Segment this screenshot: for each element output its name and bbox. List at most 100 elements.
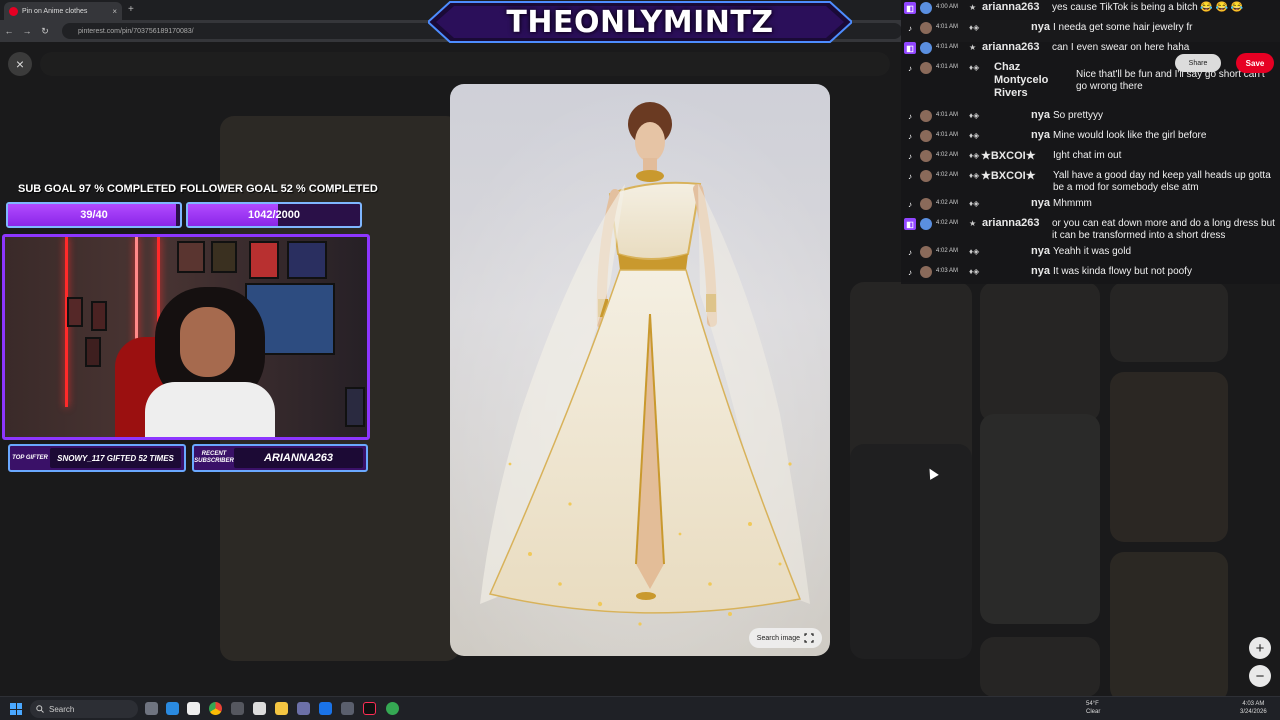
wall-poster bbox=[249, 241, 279, 279]
chat-username: nya bbox=[1031, 245, 1050, 257]
user-avatar bbox=[920, 62, 932, 74]
tiktok-logo-icon: ♪ bbox=[908, 111, 912, 121]
taskbar-search[interactable]: Search bbox=[30, 700, 138, 718]
app-icon[interactable] bbox=[297, 702, 310, 715]
chat-timestamp: 4:00 AM bbox=[936, 4, 959, 10]
chat-message-text: yes cause TikTok is being a bitch 😂 😂 😂 bbox=[1052, 2, 1244, 13]
user-badges-icon: ♦◈ bbox=[969, 267, 980, 276]
tiktok-logo-icon: ♪ bbox=[908, 171, 912, 181]
task-view-icon[interactable] bbox=[145, 702, 158, 715]
user-avatar bbox=[920, 110, 932, 122]
app-icon[interactable] bbox=[386, 702, 399, 715]
pin-image[interactable]: Search image bbox=[450, 84, 830, 656]
top-gifter-box: TOP GIFTER SNOWY_117 GIFTED 52 TIMES bbox=[8, 444, 186, 472]
search-image-button[interactable]: Search image bbox=[748, 628, 822, 648]
chat-username: nya bbox=[1031, 109, 1050, 121]
tab-close-icon[interactable]: × bbox=[112, 7, 117, 16]
chat-message: ♪ 4:01 AM ♦◈ nya So prettyyy bbox=[901, 108, 1280, 128]
tiktok-logo-icon: ♪ bbox=[908, 199, 912, 209]
browser-tab[interactable]: Pin on Anime clothes × bbox=[4, 2, 122, 20]
user-avatar bbox=[920, 198, 932, 210]
app-icon[interactable] bbox=[231, 702, 244, 715]
zoom-out-button[interactable]: − bbox=[1249, 665, 1271, 687]
close-pin-button[interactable]: × bbox=[8, 52, 32, 76]
chat-timestamp: 4:01 AM bbox=[936, 24, 959, 30]
chat-timestamp: 4:02 AM bbox=[936, 152, 959, 158]
tiktok-icon[interactable] bbox=[363, 702, 376, 715]
stream-title: THEONLYMINTZ bbox=[506, 4, 774, 40]
app-icon[interactable] bbox=[319, 702, 332, 715]
chat-timestamp: 4:03 AM bbox=[936, 268, 959, 274]
chat-username: nya bbox=[1031, 265, 1050, 277]
chat-username: nya bbox=[1031, 21, 1050, 33]
background-pin-card bbox=[980, 282, 1100, 422]
chat-timestamp: 4:01 AM bbox=[936, 112, 959, 118]
background-pin-card bbox=[980, 637, 1100, 697]
chrome-icon[interactable] bbox=[209, 702, 222, 715]
reload-icon[interactable]: ↻ bbox=[36, 26, 54, 37]
twitch-logo-icon: ◧ bbox=[904, 2, 916, 14]
zoom-in-button[interactable]: + bbox=[1249, 637, 1271, 659]
share-label: Share bbox=[1188, 59, 1208, 67]
tiktok-logo-icon: ♪ bbox=[908, 23, 912, 33]
new-tab-icon[interactable]: + bbox=[128, 4, 134, 15]
store-icon[interactable] bbox=[187, 702, 200, 715]
chat-message: ♪ 4:02 AM ♦◈ ★BXCOI★ Yall have a good day nd… bbox=[901, 168, 1280, 196]
chat-username: Chaz Montycelo Rivers bbox=[994, 61, 1049, 99]
user-avatar bbox=[920, 246, 932, 258]
chat-message-text: can I even swear on here haha bbox=[1052, 42, 1190, 53]
user-avatar bbox=[920, 218, 932, 230]
wall-poster bbox=[177, 241, 205, 273]
chat-message-text: Mhmmm bbox=[1053, 198, 1092, 209]
chat-timestamp: 4:01 AM bbox=[936, 44, 959, 50]
windows-taskbar: Search 54°F Clear 4:03 AM 3/24/2026 bbox=[0, 696, 1280, 720]
share-button[interactable]: Share bbox=[1175, 54, 1221, 72]
wall-poster bbox=[91, 301, 107, 331]
weather-widget[interactable]: 54°F Clear bbox=[1086, 700, 1100, 716]
chat-message: ◧ 4:02 AM ★ arianna263 or you can eat down m… bbox=[901, 216, 1280, 244]
screen: Pin on Anime clothes × + ← → ↻ pinterest… bbox=[0, 0, 1280, 720]
wall-poster bbox=[211, 241, 237, 273]
user-avatar bbox=[920, 42, 932, 54]
tiktok-logo-icon: ♪ bbox=[908, 267, 912, 277]
chat-message: ♪ 4:02 AM ♦◈ nya Yeahh it was gold bbox=[901, 244, 1280, 264]
user-badges-icon: ♦◈ bbox=[969, 199, 980, 208]
chat-username: ★BXCOI★ bbox=[981, 170, 1036, 182]
forward-arrow-icon[interactable]: → bbox=[18, 26, 36, 36]
save-button[interactable]: Save bbox=[1236, 53, 1274, 73]
user-badges-icon: ★ bbox=[969, 3, 977, 12]
chat-message-text: Mine would look like the girl before bbox=[1053, 130, 1207, 141]
follower-goal-label: FOLLOWER GOAL 52 % COMPLETED bbox=[180, 183, 378, 195]
tiktok-logo-icon: ♪ bbox=[908, 247, 912, 257]
twitch-logo-icon: ◧ bbox=[904, 42, 916, 54]
windows-start-icon[interactable] bbox=[10, 703, 22, 715]
user-badges-icon: ★ bbox=[969, 219, 977, 228]
app-icon[interactable] bbox=[253, 702, 266, 715]
follower-goal-value: 1042/2000 bbox=[248, 209, 300, 221]
chat-timestamp: 4:01 AM bbox=[936, 64, 959, 70]
user-avatar bbox=[920, 2, 932, 14]
user-badges-icon: ♦◈ bbox=[969, 23, 980, 32]
file-explorer-icon[interactable] bbox=[275, 702, 288, 715]
pinterest-header-bar bbox=[40, 52, 890, 76]
user-avatar bbox=[920, 150, 932, 162]
chat-overlay: ◧ 4:00 AM ★ arianna263 yes cause TikTok is b… bbox=[901, 0, 1280, 284]
follower-goal-bar: 1042/2000 bbox=[186, 202, 362, 228]
user-badges-icon: ♦◈ bbox=[969, 111, 980, 120]
webcam-feed bbox=[2, 234, 370, 440]
chat-message-text: or you can eat down more and do a long d… bbox=[1052, 218, 1275, 241]
user-badges-icon: ★ bbox=[969, 43, 977, 52]
gown-illustration bbox=[450, 84, 830, 656]
recent-subscriber-tag: RECENT SUBSCRIBER bbox=[194, 451, 234, 464]
user-badges-icon: ♦◈ bbox=[969, 171, 980, 180]
copilot-icon[interactable] bbox=[166, 702, 179, 715]
top-gifter-tag: TOP GIFTER bbox=[12, 454, 48, 461]
tab-title: Pin on Anime clothes bbox=[22, 7, 88, 15]
chat-message-text: Yeahh it was gold bbox=[1053, 246, 1132, 257]
user-badges-icon: ♦◈ bbox=[969, 63, 980, 72]
system-clock[interactable]: 4:03 AM 3/24/2026 bbox=[1240, 700, 1267, 716]
app-icon[interactable] bbox=[341, 702, 354, 715]
background-pin-card bbox=[1110, 552, 1228, 702]
chat-message: ♪ 4:02 AM ♦◈ ★BXCOI★ Ight chat im out bbox=[901, 148, 1280, 168]
back-arrow-icon[interactable]: ← bbox=[0, 26, 18, 36]
